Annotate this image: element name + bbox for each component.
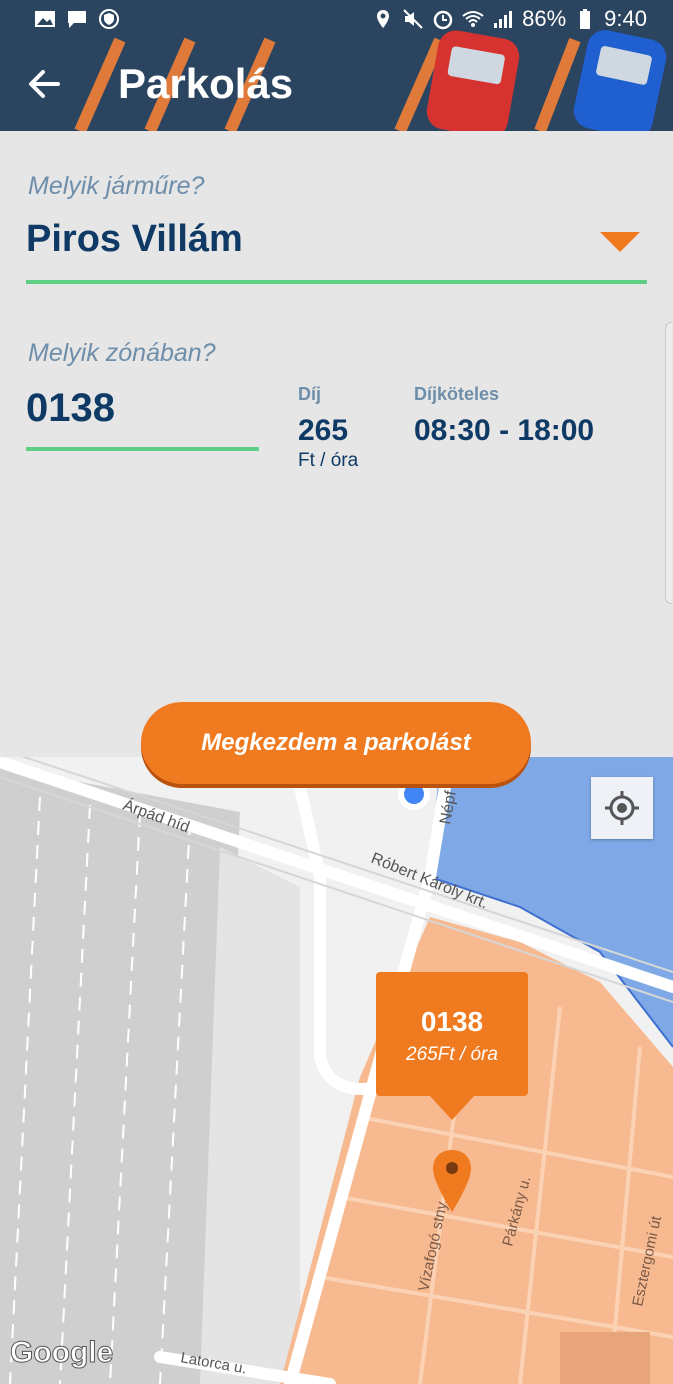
zone-question-label: Melyik zónában? (28, 339, 216, 367)
bubble-zone-code: 0138 (420, 1006, 484, 1037)
vehicle-select-underline (26, 280, 647, 284)
crosshair-icon (605, 791, 639, 825)
page-title: Parkolás (118, 60, 294, 107)
mute-icon (403, 9, 423, 29)
dropdown-arrow-icon[interactable] (600, 232, 640, 252)
map-view[interactable]: Árpád híd Népf Róbert Károly krt. Vízafo… (0, 757, 673, 1384)
fee-unit: Ft / óra (298, 450, 359, 471)
app-header: 86% 9:40 Parkolás (0, 0, 673, 131)
message-notification-icon (68, 11, 86, 28)
zone-input-underline (26, 447, 259, 451)
scroll-indicator[interactable] (665, 322, 672, 604)
bubble-tail (430, 1096, 474, 1120)
battery-icon (580, 9, 591, 29)
bubble-zone-price: 265Ft / óra (406, 1044, 498, 1065)
alarm-icon (433, 10, 453, 30)
status-bar: 86% 9:40 (0, 0, 673, 40)
fee-label: Díj (298, 384, 322, 404)
zone-code-input[interactable]: 0138 (26, 386, 115, 431)
my-location-button[interactable] (591, 777, 653, 839)
paid-hours-value: 08:30 - 18:00 (414, 414, 595, 447)
wifi-icon (462, 11, 484, 27)
start-parking-button[interactable]: Megkezdem a parkolást (141, 702, 531, 784)
fee-value: 265 (298, 414, 349, 447)
map-pin-icon[interactable] (430, 1148, 474, 1214)
map-canvas: Árpád híd Népf Róbert Károly krt. Vízafo… (0, 757, 673, 1384)
vehicle-select-value[interactable]: Piros Villám (26, 218, 243, 261)
battery-percent: 86% (522, 6, 567, 31)
signal-icon (494, 11, 513, 28)
back-arrow-icon[interactable] (24, 64, 64, 104)
gallery-notification-icon (35, 11, 55, 27)
shield-notification-icon (99, 9, 119, 29)
clock: 9:40 (604, 6, 647, 31)
google-logo: Google (9, 1336, 114, 1370)
zone-info-bubble[interactable]: 0138 265Ft / óra (376, 972, 528, 1096)
vehicle-question-label: Melyik járműre? (28, 172, 205, 200)
paid-hours-label: Díjköteles (414, 384, 500, 404)
location-icon (377, 10, 390, 28)
